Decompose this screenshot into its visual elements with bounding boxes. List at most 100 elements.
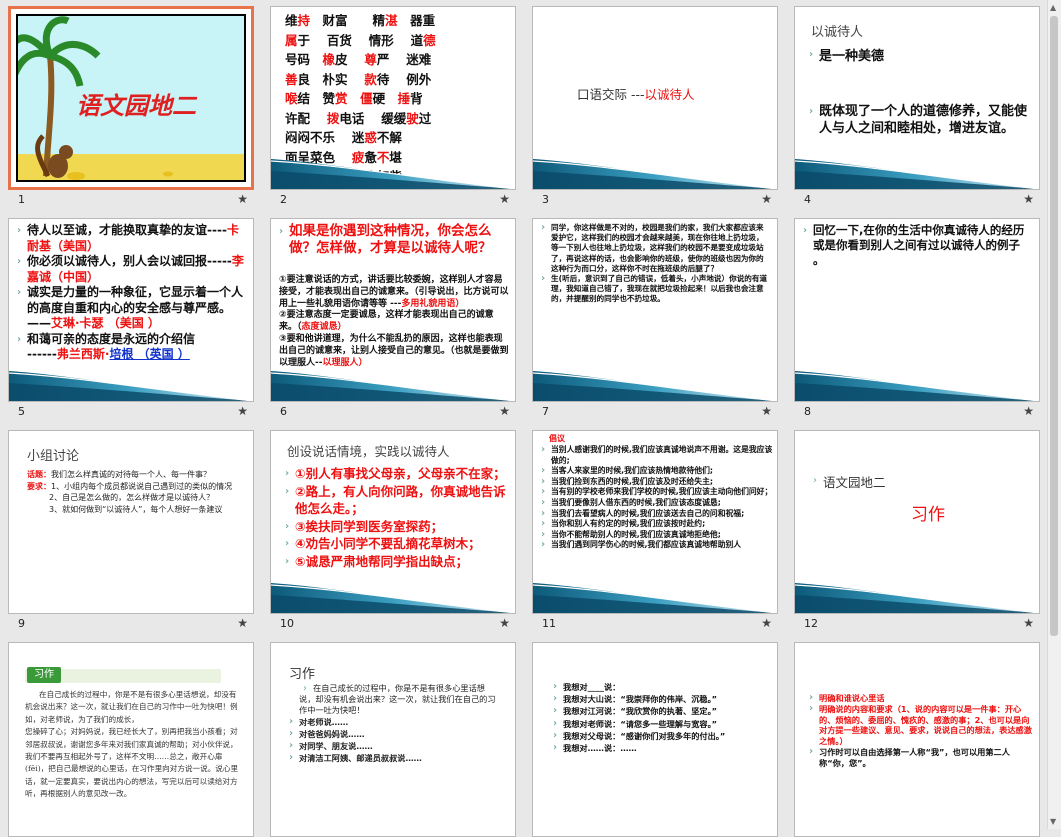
slide-footer-8: 8 ★ [794,404,1040,422]
wave-decoration [533,361,777,401]
slide-12[interactable]: 语文园地二 习作 [794,430,1040,614]
animation-star-icon[interactable]: ★ [237,192,248,206]
scroll-up-icon[interactable]: ▲ [1050,3,1056,12]
slide-10[interactable]: 创设说话情境，实践以诚待人 ①别人有事找父母亲，父母亲不在家；②路上，有人向你问… [270,430,516,614]
sentence-item: 我想对____说： [553,681,773,693]
slide-number: 10 [280,617,294,630]
slide-2[interactable]: 维持 财富 精湛 器重 属于 百货 情形 道德 号码 橡皮 尊严 迷难 善良 朴实… [270,6,516,190]
slide-11-heading: 倡议 [549,434,565,443]
animation-star-icon[interactable]: ★ [1023,404,1034,418]
vertical-scrollbar[interactable]: ▲ ▼ [1047,0,1061,829]
point-highlight: 多用礼貌用语） [401,298,465,309]
slide-number: 8 [804,405,811,418]
slide-number: 1 [18,193,25,206]
slide-number: 12 [804,617,818,630]
animation-star-icon[interactable]: ★ [761,404,772,418]
animation-star-icon[interactable]: ★ [237,404,248,418]
slide-4[interactable]: 以诚待人 是一种美德 既体现了一个人的道德修养，又能使人与人之间和睦相处，增进友… [794,6,1040,190]
animation-star-icon[interactable]: ★ [237,616,248,630]
quote-2: 你必须以诚待人，别人会以诚回报-----李嘉诚（中国） [17,254,249,285]
animation-star-icon[interactable]: ★ [761,616,772,630]
animation-star-icon[interactable]: ★ [499,192,510,206]
slide-8[interactable]: 回忆一下,在你的生活中你真诚待人的经历或是你看到别人之间有过以诚待人的例子 。 [794,218,1040,402]
slide-6[interactable]: 如果是你遇到这种情况，你会怎么做？怎样做，才算是以诚待人呢？ ①要注意说话的方式… [270,218,516,402]
slide-footer-4: 4 ★ [794,192,1040,210]
word-row: 喉结 赞赏 僵硬 捶背 [285,89,436,109]
wave-decoration [9,361,253,401]
slide-footer-11: 11 ★ [532,616,778,634]
animation-star-icon[interactable]: ★ [499,404,510,418]
sentence-item: 我想对江河说：“我欣赏你的执著、坚定。” [553,705,773,717]
slide-12-line-1: 语文园地二 [813,475,1039,491]
quote-author: 艾琳·卡瑟 （美国 ） [51,316,160,330]
highlight-char: 喉 [285,91,298,106]
scroll-down-icon[interactable]: ▼ [1050,817,1056,826]
point-highlight: 态度诚恳） [301,322,347,333]
quotes: 待人以至诚，才能换取真挚的友谊----卡耐基（美国） 你必须以诚待人，别人会以诚… [17,223,249,363]
dialog-teacher: 同学，你这样做是不对的，校园是我们的家，我们大家都应该来爱护它，这样我们的校园才… [541,223,771,274]
req-text: 1、小组内每个成员都说说自己遇到过的类似的情况 [51,481,233,491]
slide-9[interactable]: 小组讨论 话题：我们怎么样真诚的对待每一个人、每一件事？ 要求：1、小组内每个成… [8,430,254,614]
req-line: 要求：1、小组内每个成员都说说自己遇到过的类似的情况 [27,481,249,493]
slide-4-title: 以诚待人 [811,25,864,40]
req-2-label: 明确说的内容和要求 [819,703,893,714]
topic-text: 我们怎么样真诚的对待每一个人、每一件事？ [51,470,211,479]
slide-5[interactable]: 待人以至诚，才能换取真挚的友谊----卡耐基（美国） 你必须以诚待人，别人会以诚… [8,218,254,402]
proposal-list: 当别人感谢我们的时候,我们应该真诚地说声不用谢。这是我应该做的;当客人来家里的时… [541,445,773,551]
slide-7-body: 同学，你这样做是不对的，校园是我们的家，我们大家都应该来爱护它，这样我们的校园才… [541,223,771,305]
animation-star-icon[interactable]: ★ [1023,192,1034,206]
slide-14[interactable]: 习作 在自己成长的过程中，你是不是有很多心里话想说，却没有机会说出来？这一次，就… [270,642,516,837]
proposal-item: 当我们去看望病人的时候,我们应该送去自己的问和祝福; [541,509,773,520]
topic-line: 话题：我们怎么样真诚的对待每一个人、每一件事？ [27,469,249,481]
slide-13[interactable]: 习作 在自己成长的过程中，你是不是有很多心里话想说，却没有机会说出来？这一次，就… [8,642,254,837]
animation-star-icon[interactable]: ★ [499,616,510,630]
scrollbar-thumb[interactable] [1050,16,1058,636]
slide-3[interactable]: 口语交际 ---以诚待人 [532,6,778,190]
slide-6-heading: 如果是你遇到这种情况，你会怎么做？怎样做，才算是以诚待人呢？ [279,223,507,257]
word-text [348,91,361,106]
word-text: 闷闷不乐 迷 [285,130,365,145]
req-1: 明确和谁说心里话 [809,693,1035,704]
wave-decoration [271,149,515,189]
wave-decoration [271,361,515,401]
wave-decoration [795,361,1039,401]
animation-star-icon[interactable]: ★ [761,192,772,206]
banner-label: 习作 [34,669,54,680]
slide-footer-2: 2 ★ [270,192,516,210]
scenario-list: ①别人有事找父母亲，父母亲不在家；②路上，有人向你问路，你真诚地告诉他怎么走。；… [285,465,507,570]
highlight-char: 赏 [335,91,348,106]
slide-number: 11 [542,617,556,630]
quote-1: 待人以至诚，才能换取真挚的友谊----卡耐基（美国） [17,223,249,254]
animation-star-icon[interactable]: ★ [1023,616,1034,630]
slide-12-line-2: 习作 [911,505,945,525]
paragraph: 在自己成长的过程中，你是不是有很多心里话想说，却没有机会说出来？这一次，就让我们… [25,690,238,724]
quote-author: 弗兰西斯· [56,347,110,361]
wave-decoration [271,573,515,613]
slide-11[interactable]: 倡议 当别人感谢我们的时候,我们应该真诚地说声不用谢。这是我应该做的;当客人来家… [532,430,778,614]
slide-number: 5 [18,405,25,418]
target-item: 对同学、朋友说…… [289,740,501,752]
paragraph: 您操碎了心；对妈妈说，我已经长大了，别再把我当小孩看；对邻居叔叔说，谢谢您多年来… [25,727,239,799]
slide-6-body: ①要注意说话的方式，讲话要比较委婉，这样别人才容易接受，才能表现出自己的诚意来。… [279,275,509,369]
slide-1[interactable]: 语文园地二 [8,6,254,190]
scenario-item: ④劝告小同学不要乱摘花草树木； [285,535,507,553]
point-1: ①要注意说话的方式，讲话要比较委婉，这样别人才容易接受，才能表现出自己的诚意来。… [279,275,509,310]
word-text: 不解 [376,130,402,145]
slide-15[interactable]: 我想对____说：我想对大山说：“我崇拜你的伟岸、沉稳。”我想对江河说：“我欣赏… [532,642,778,837]
word-text: 待 例外 [376,71,432,87]
target-item: 对爸爸妈妈说…… [289,728,501,740]
highlight-char: 款 [364,71,377,87]
word-row: 许配 拨电话 缓缓驶过 [285,109,436,129]
highlight-char: 惑 [364,130,377,145]
slide-1-canvas: 语文园地二 [16,14,246,182]
proposal-item: 当我们要像别人借东西的时候,我们应该态度诚恳; [541,498,773,509]
slide-number: 4 [804,193,811,206]
word-row: 闷闷不乐 迷惑不解 [285,128,436,148]
quote-author-link: 培根 （英国 ） [109,347,190,361]
slide-footer-7: 7 ★ [532,404,778,422]
wave-decoration [795,573,1039,613]
slide-footer-1: 1 ★ [8,192,254,210]
word-text: 财富 精 [310,13,386,28]
slide-7[interactable]: 同学，你这样做是不对的，校园是我们的家，我们大家都应该来爱护它，这样我们的校园才… [532,218,778,402]
slide-16[interactable]: 明确和谁说心里话 明确说的内容和要求（1、说的内容可以是一件事：开心的、烦恼的、… [794,642,1040,837]
